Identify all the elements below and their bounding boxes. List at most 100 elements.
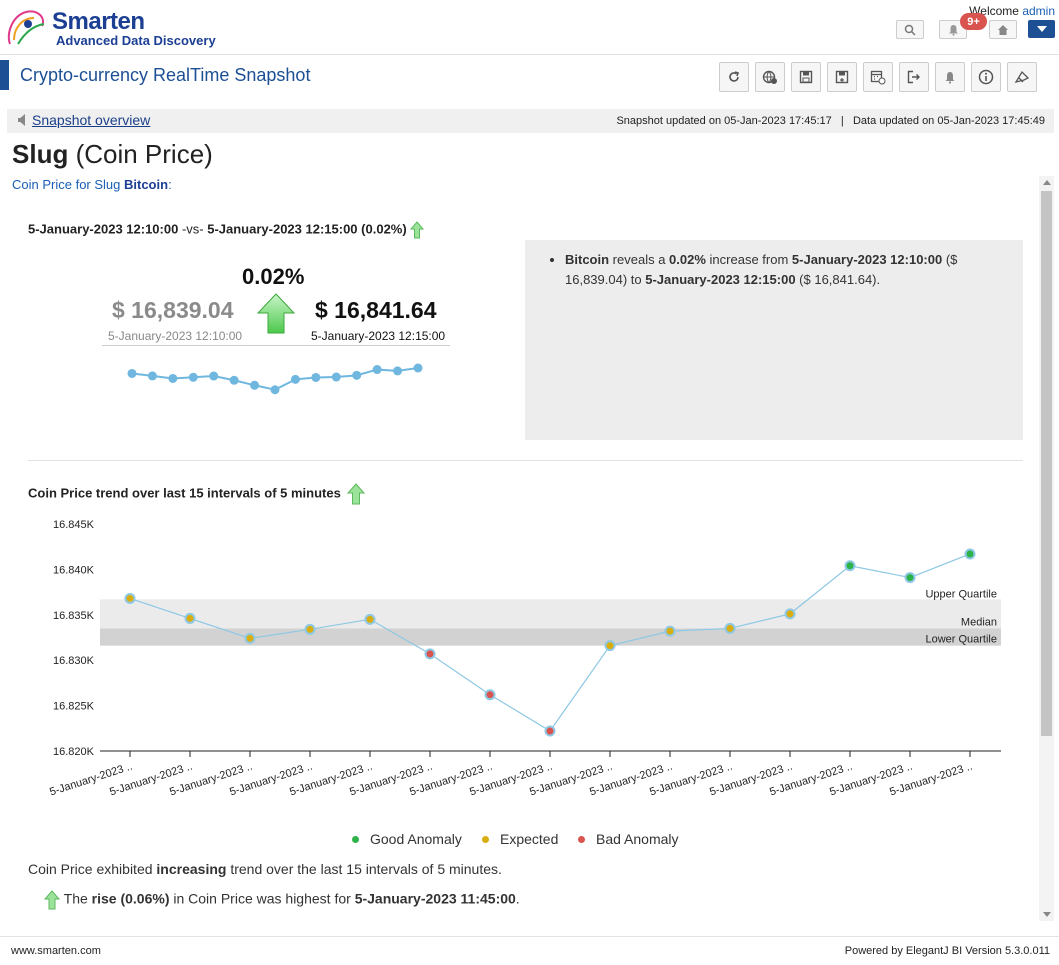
comparison-header: 5-January-2023 12:10:00 -vs- 5-January-2… — [28, 221, 425, 239]
page-subheading: Coin Price for Slug Bitcoin: — [12, 177, 172, 192]
highest-rise: The rise (0.06%) in Coin Price was highe… — [43, 890, 520, 910]
page-title: Crypto-currency RealTime Snapshot — [20, 65, 311, 85]
footer-link[interactable]: www.smarten.com — [11, 945, 101, 957]
data-point[interactable] — [544, 725, 556, 737]
web-button[interactable] — [755, 62, 785, 92]
sparkline-point[interactable] — [372, 365, 382, 375]
settings-icon — [1014, 70, 1030, 84]
footer: www.smarten.com Powered by ElegantJ BI V… — [0, 936, 1059, 965]
info-icon — [978, 69, 994, 85]
sparkline-point[interactable] — [352, 370, 362, 380]
sparkline-point[interactable] — [147, 371, 157, 381]
sparkline-point[interactable] — [209, 371, 219, 381]
y-tick-label: 16.830K — [53, 655, 95, 667]
home-icon — [998, 24, 1008, 35]
brand-tagline: Advanced Data Discovery — [56, 33, 216, 48]
brand-name: Smarten — [52, 8, 145, 35]
alert-button[interactable] — [935, 62, 965, 92]
bell-icon — [948, 24, 958, 36]
data-point[interactable] — [484, 689, 496, 701]
sparkline-point[interactable] — [188, 372, 198, 382]
lower-quartile-label: Lower Quartile — [925, 634, 997, 646]
upper-quartile-band — [100, 599, 1001, 629]
refresh-icon — [729, 71, 740, 82]
data-point[interactable] — [124, 592, 136, 604]
change-percent: 0.02% — [242, 264, 305, 289]
legend-dot — [482, 835, 489, 843]
footer-version: Powered by ElegantJ BI Version 5.3.0.011 — [844, 945, 1050, 957]
back-arrow-icon[interactable] — [18, 114, 25, 126]
user-link[interactable]: admin — [1022, 4, 1055, 18]
search-button[interactable] — [896, 20, 924, 39]
info-button[interactable] — [971, 62, 1001, 92]
logo-icon — [7, 10, 45, 45]
user-menu-dropdown[interactable] — [1028, 20, 1055, 38]
divider — [102, 345, 450, 346]
up-arrow-icon — [43, 890, 61, 910]
schedule-icon — [870, 70, 886, 85]
save-as-icon — [835, 70, 849, 84]
scroll-up-icon[interactable] — [1043, 180, 1051, 185]
sparkline-point[interactable] — [413, 363, 423, 373]
scroll-down-icon[interactable] — [1043, 912, 1051, 917]
sparkline-point[interactable] — [311, 372, 321, 382]
settings-button[interactable] — [1007, 62, 1037, 92]
save-as-button[interactable] — [827, 62, 857, 92]
up-arrow-icon — [410, 221, 425, 239]
schedule-button[interactable] — [863, 62, 893, 92]
sparkline-point[interactable] — [168, 373, 178, 383]
sparkline-point[interactable] — [127, 368, 137, 378]
save-button[interactable] — [791, 62, 821, 92]
data-point[interactable] — [904, 572, 916, 584]
exit-button[interactable] — [899, 62, 929, 92]
insight-text: Bitcoin reveals a 0.02% increase from 5-… — [565, 250, 1007, 290]
data-point[interactable] — [364, 613, 376, 625]
data-point[interactable] — [784, 608, 796, 620]
sparkline-point[interactable] — [250, 380, 260, 390]
y-tick-label: 16.840K — [53, 564, 95, 576]
sparkline-point[interactable] — [393, 366, 403, 376]
sparkline-point[interactable] — [331, 372, 341, 382]
up-arrow-icon — [347, 483, 366, 505]
sparkline-point[interactable] — [290, 374, 300, 384]
y-tick-label: 16.845K — [53, 519, 95, 531]
home-button[interactable] — [989, 20, 1017, 39]
sparkline-point[interactable] — [229, 375, 239, 385]
trend-title: Coin Price trend over last 15 intervals … — [28, 483, 366, 505]
data-point[interactable] — [724, 622, 736, 634]
web-icon — [762, 70, 777, 84]
legend-bad[interactable]: Bad Anomaly — [578, 831, 679, 847]
data-point[interactable] — [844, 560, 856, 572]
notification-badge[interactable]: 9+ — [960, 13, 987, 30]
y-tick-label: 16.820K — [53, 746, 95, 758]
section-divider — [28, 460, 1023, 461]
search-icon — [904, 24, 916, 36]
legend-dot — [352, 835, 359, 843]
exit-icon — [907, 70, 920, 84]
data-point[interactable] — [184, 612, 196, 624]
data-point[interactable] — [304, 623, 316, 635]
sparkline — [127, 363, 423, 395]
sparkline-point[interactable] — [270, 385, 280, 395]
current-date: 5-January-2023 12:15:00 — [311, 329, 446, 343]
previous-date: 5-January-2023 12:10:00 — [108, 329, 243, 343]
scroll-thumb[interactable] — [1041, 191, 1052, 736]
y-tick-label: 16.825K — [53, 701, 95, 713]
data-point[interactable] — [664, 625, 676, 637]
refresh-button[interactable] — [719, 62, 749, 92]
lower-quartile-band — [100, 628, 1001, 646]
save-icon — [799, 70, 813, 84]
page-heading: Slug (Coin Price) — [12, 139, 213, 169]
legend-expected[interactable]: Expected — [482, 831, 558, 847]
legend-dot — [578, 835, 585, 843]
data-point[interactable] — [244, 632, 256, 644]
legend-good[interactable]: Good Anomaly — [352, 831, 462, 847]
data-point[interactable] — [964, 548, 976, 560]
median-label: Median — [961, 616, 997, 628]
title-accent — [0, 60, 9, 90]
breadcrumb-bar: Snapshot overview Snapshot updated on 05… — [7, 109, 1054, 133]
vertical-scrollbar[interactable] — [1039, 176, 1054, 921]
data-point[interactable] — [424, 648, 436, 660]
breadcrumb-link[interactable]: Snapshot overview — [32, 112, 150, 128]
data-point[interactable] — [604, 640, 616, 652]
